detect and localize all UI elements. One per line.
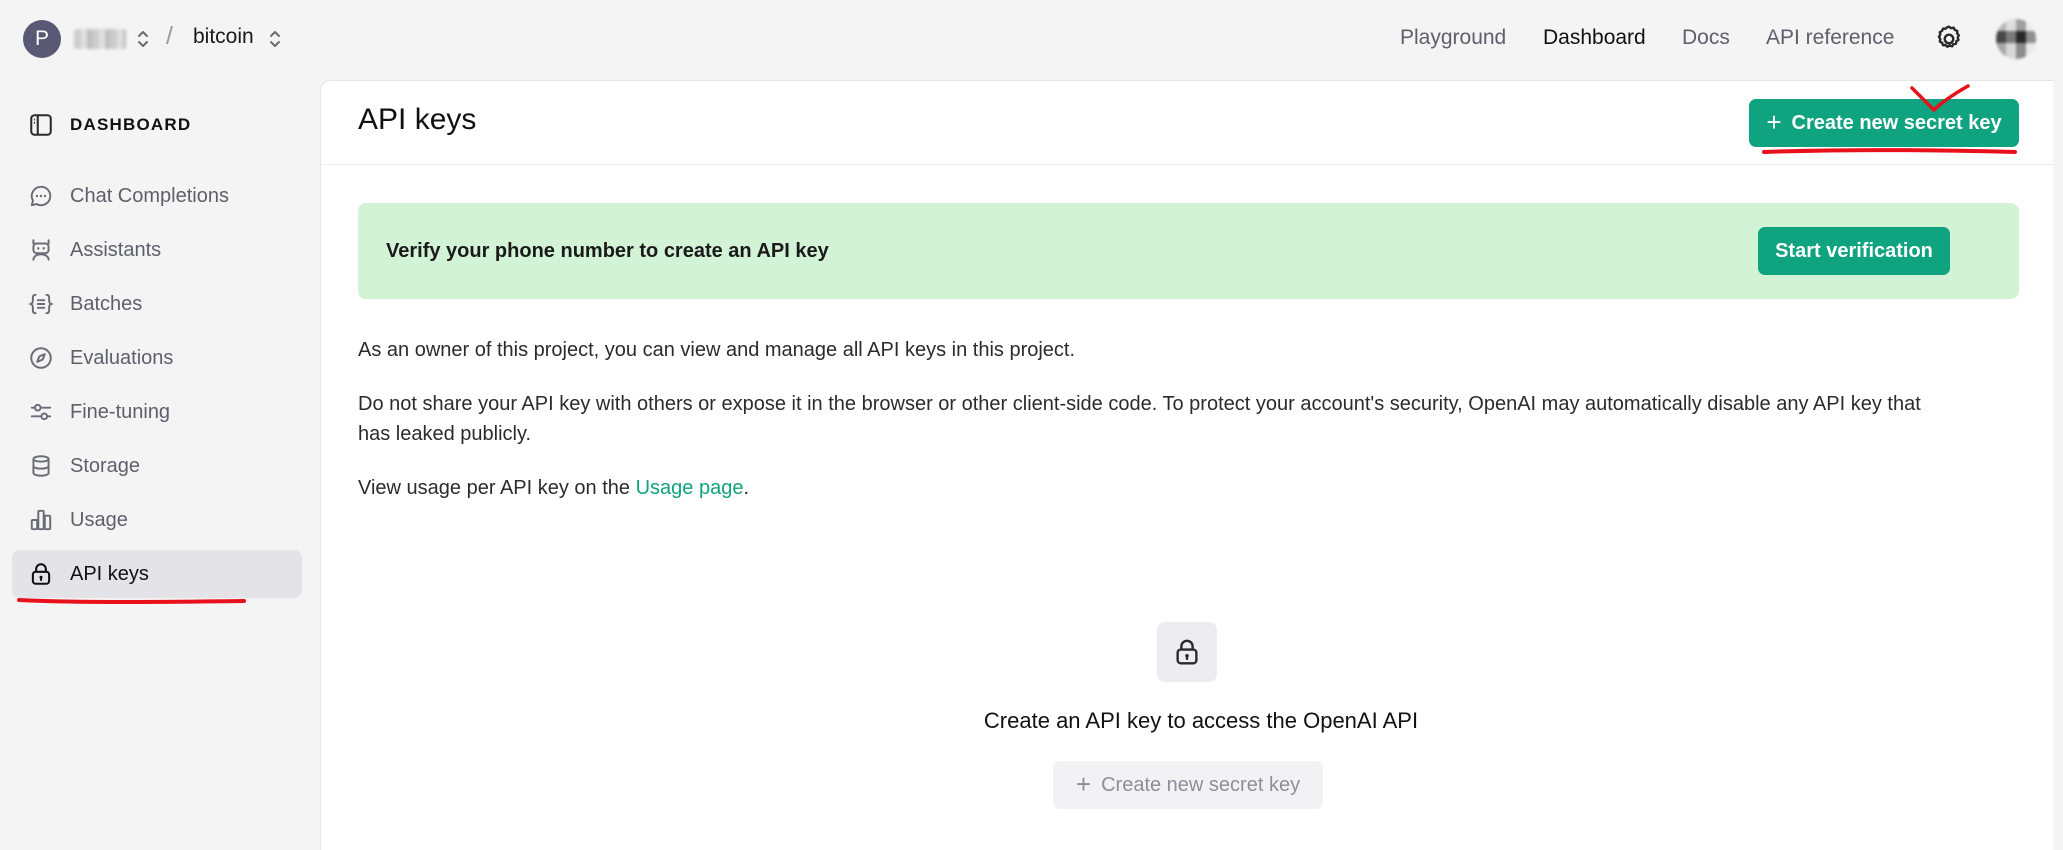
database-icon (32, 455, 50, 477)
page-title: API keys (358, 103, 477, 136)
sidebar-item-label: Evaluations (70, 346, 174, 369)
bar-chart-icon (30, 509, 52, 531)
usage-page-link[interactable]: Usage page (636, 477, 744, 499)
empty-state-title: Create an API key to access the OpenAI A… (321, 708, 2054, 734)
sidebar-item-assistants[interactable]: Assistants (12, 226, 302, 274)
sidebar-toggle-icon[interactable] (28, 112, 54, 138)
sidebar-item-label: Assistants (70, 238, 162, 261)
create-secret-key-label: Create new secret key (1101, 773, 1301, 796)
plus-icon: + (1075, 769, 1092, 799)
sidebar-item-label: Chat Completions (70, 184, 229, 207)
lock-icon (31, 563, 51, 585)
chat-bubble-icon (30, 185, 52, 207)
sidebar-item-api-keys[interactable]: API keys (12, 550, 302, 598)
sidebar-header-label: DASHBOARD (70, 115, 192, 134)
header-divider (321, 164, 2053, 165)
sidebar-item-label: API keys (70, 562, 149, 585)
robot-icon (32, 239, 50, 261)
sidebar-item-label: Batches (70, 292, 143, 315)
sidebar-item-label: Fine-tuning (70, 400, 171, 423)
project-name[interactable]: bitcoin (193, 25, 254, 49)
verify-phone-banner: Verify your phone number to create an AP… (358, 203, 2019, 299)
sidebar-item-evaluations[interactable]: Evaluations (12, 334, 302, 382)
plus-icon: + (1766, 107, 1782, 137)
sliders-icon (30, 403, 52, 421)
create-secret-key-label: Create new secret key (1791, 111, 2002, 134)
user-avatar[interactable] (1996, 19, 2036, 59)
start-verification-button[interactable]: Start verification (1758, 227, 1950, 275)
main-panel: API keys + Create new secret key Verify … (320, 80, 2053, 850)
sidebar-item-label: Storage (70, 454, 141, 477)
sidebar-item-fine-tuning[interactable]: Fine-tuning (12, 388, 302, 436)
gear-icon[interactable] (1933, 23, 1965, 55)
sidebar-item-batches[interactable]: Batches (12, 280, 302, 328)
top-bar: P / bitcoin Playground Dashboard Docs AP… (0, 0, 2063, 78)
lock-icon (1176, 639, 1198, 665)
security-warning-line-1: Do not share your API key with others or… (358, 393, 1921, 415)
braces-list-icon (28, 293, 54, 315)
sidebar-item-usage[interactable]: Usage (12, 496, 302, 544)
security-warning-line-2: has leaked publicly. (358, 423, 532, 445)
nav-dashboard[interactable]: Dashboard (1543, 26, 1646, 50)
create-secret-key-button-disabled[interactable]: + Create new secret key (1053, 761, 1323, 809)
org-switcher-chevron-icon[interactable] (136, 28, 150, 50)
empty-state-lock-icon (1157, 622, 1217, 682)
org-name-redacted[interactable] (74, 29, 126, 49)
sidebar-item-storage[interactable]: Storage (12, 442, 302, 490)
security-warning-text: Do not share your API key with others or… (358, 389, 2028, 449)
create-secret-key-button[interactable]: + Create new secret key (1749, 99, 2019, 147)
project-switcher-chevron-icon[interactable] (268, 28, 282, 50)
org-avatar[interactable]: P (23, 20, 61, 58)
nav-api-reference[interactable]: API reference (1766, 26, 1894, 50)
empty-state-title-text: Create an API key to access the OpenAI A… (983, 708, 1419, 733)
sidebar-item-label: Usage (70, 508, 128, 531)
owner-info-text: As an owner of this project, you can vie… (358, 339, 1076, 361)
nav-docs[interactable]: Docs (1682, 26, 1730, 50)
sidebar-item-chat-completions[interactable]: Chat Completions (12, 172, 302, 220)
sidebar: DASHBOARD Chat Completions Assistants Ba… (0, 78, 320, 850)
usage-info-suffix: . (743, 477, 750, 499)
usage-info-prefix: View usage per API key on the (358, 477, 636, 499)
breadcrumb-separator: / (166, 22, 173, 50)
banner-text: Verify your phone number to create an AP… (386, 240, 829, 262)
compass-icon (30, 347, 52, 369)
usage-info-text: View usage per API key on the Usage page… (358, 473, 2028, 503)
nav-playground[interactable]: Playground (1400, 26, 1506, 50)
sidebar-header: DASHBOARD (28, 112, 191, 138)
